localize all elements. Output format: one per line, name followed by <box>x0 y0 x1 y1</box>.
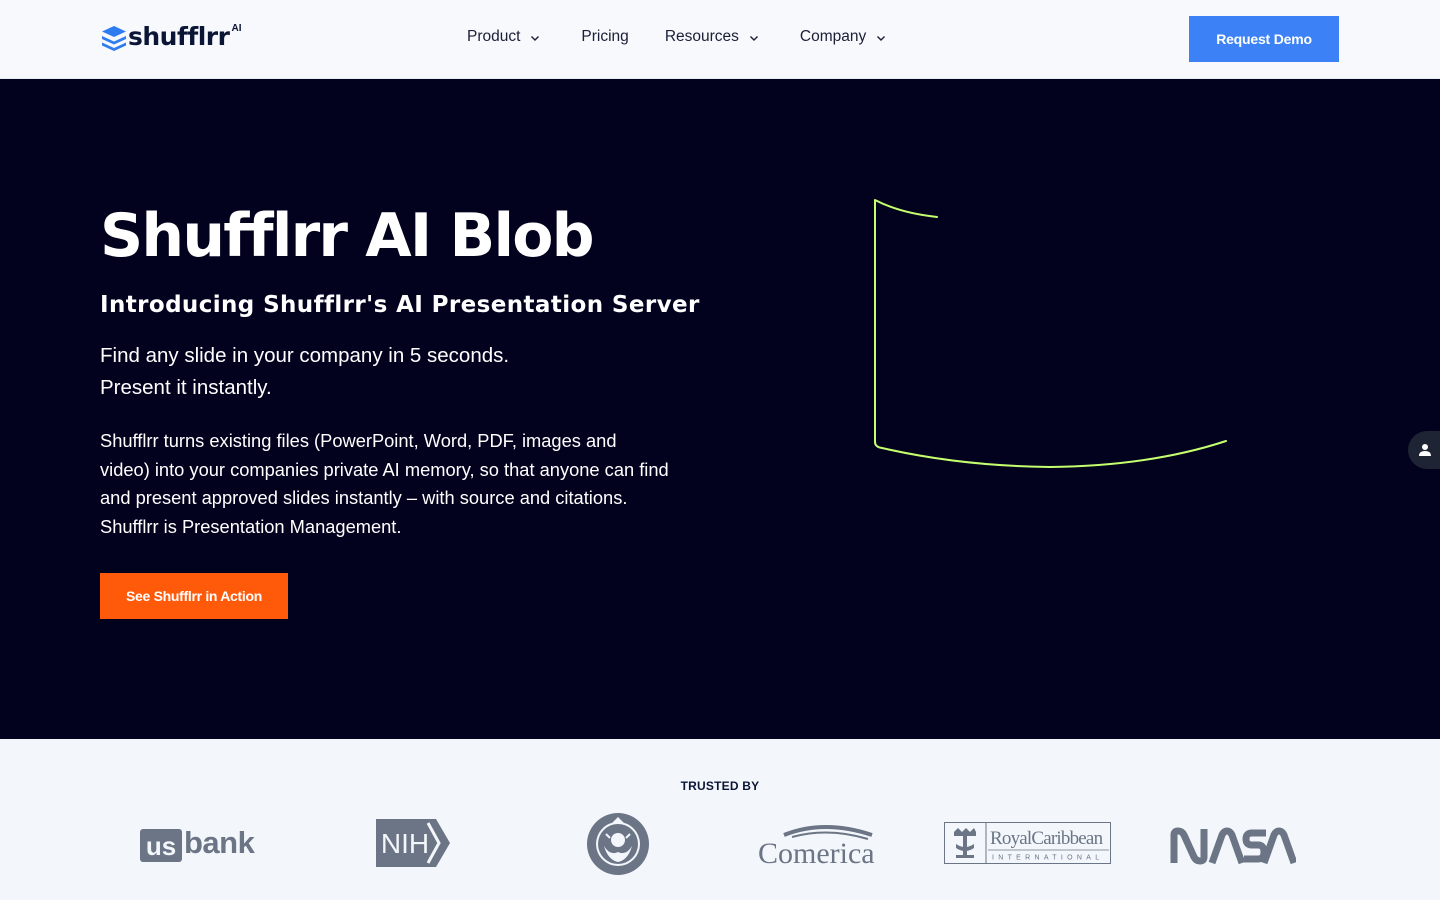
layers-logo-icon <box>102 26 126 51</box>
chevron-down-icon <box>531 35 540 41</box>
starbucks-logo <box>586 812 650 876</box>
usbank-logo-us: us <box>146 831 176 861</box>
user-icon <box>1419 444 1431 456</box>
nav-resources[interactable]: Resources <box>665 28 760 46</box>
page-title: Shufflrr AI Blob <box>100 201 595 271</box>
hero-body-text: Shufflrr turns existing files (PowerPoin… <box>100 430 669 538</box>
shufflrr-logo[interactable]: shufflrr AI <box>101 22 241 52</box>
nav-company[interactable]: Company <box>800 28 887 46</box>
usbank-logo-bank: bank <box>184 825 256 860</box>
royal-caribbean-logo-sub: INTERNATIONAL <box>992 855 1103 862</box>
request-demo-button[interactable]: Request Demo <box>1189 16 1339 62</box>
ai-blob-animation <box>874 199 1227 468</box>
chevron-down-icon <box>749 35 758 41</box>
logo-ai-superscript: AI <box>231 23 242 34</box>
nav-resources-label: Resources <box>664 28 739 45</box>
usbank-logo: us bank <box>140 825 275 865</box>
nav-pricing[interactable]: Pricing <box>581 28 628 46</box>
nih-logo: NIH <box>376 819 452 867</box>
hero-lead-line-1: Find any slide in your company in 5 seco… <box>100 344 510 367</box>
nasa-logo <box>1170 827 1296 865</box>
logo-wordmark: shufflrr <box>128 22 230 51</box>
nav-product-label: Product <box>467 28 521 45</box>
comerica-logo: Comerica <box>758 821 886 867</box>
comerica-logo-text: Comerica <box>758 837 875 867</box>
nav-pricing-label: Pricing <box>581 28 629 45</box>
trusted-by-section: TRUSTED BY us bank NIH Comerica RoyalCar… <box>0 739 1440 900</box>
royal-caribbean-logo-name: RoyalCaribbean <box>990 828 1104 849</box>
nav-product[interactable]: Product <box>467 28 541 46</box>
hero-lead-line-2: Present it instantly. <box>100 376 272 399</box>
trusted-by-label: TRUSTED BY <box>680 779 760 793</box>
hero-section: Shufflrr AI Blob Introducing Shufflrr's … <box>0 79 1440 739</box>
hero-subtitle: Introducing Shufflrr's AI Presentation S… <box>100 292 700 318</box>
site-header: shufflrr AI Product Pricing Resources Co… <box>0 0 1440 79</box>
chevron-down-icon <box>877 35 886 41</box>
side-user-tab[interactable] <box>1408 431 1440 469</box>
main-nav: Product Pricing Resources Company <box>467 28 887 46</box>
nav-company-label: Company <box>799 28 867 45</box>
hero-lead: Find any slide in your company in 5 seco… <box>100 340 660 404</box>
royal-caribbean-logo: RoyalCaribbean INTERNATIONAL <box>944 822 1112 864</box>
see-in-action-button[interactable]: See Shufflrr in Action <box>100 573 288 619</box>
nih-logo-text: NIH <box>381 828 429 859</box>
